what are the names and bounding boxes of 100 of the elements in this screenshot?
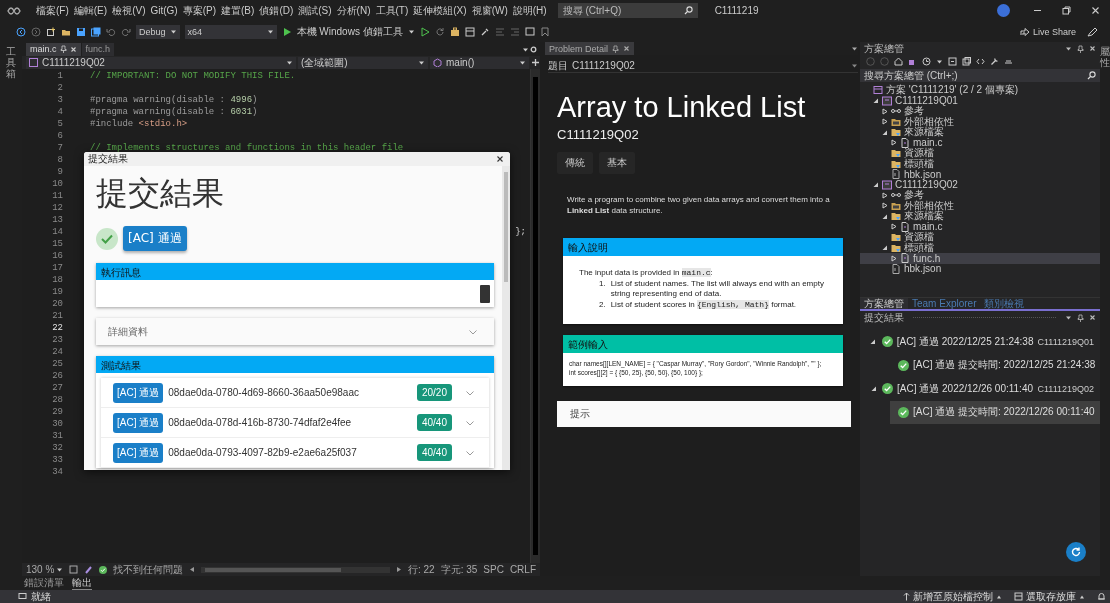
pin-icon[interactable] bbox=[1077, 44, 1084, 53]
expander-icon[interactable] bbox=[880, 107, 888, 115]
expander-icon[interactable] bbox=[889, 223, 897, 231]
menu-item[interactable]: 視窗(W) bbox=[471, 3, 508, 18]
panel-tab[interactable]: 方案總管 bbox=[860, 297, 908, 310]
expander-icon[interactable] bbox=[869, 385, 877, 393]
save-icon[interactable] bbox=[76, 26, 86, 37]
chevron-icon[interactable] bbox=[465, 418, 475, 427]
collapse-all-icon[interactable] bbox=[948, 57, 957, 66]
menu-item[interactable]: 檢視(V) bbox=[112, 3, 146, 18]
notification-bell-icon[interactable] bbox=[1097, 592, 1106, 601]
refresh-icon[interactable] bbox=[434, 26, 445, 37]
undo-icon[interactable] bbox=[106, 26, 116, 37]
close-icon[interactable] bbox=[623, 45, 631, 52]
switch-views-icon[interactable] bbox=[908, 57, 917, 66]
brush-icon[interactable] bbox=[84, 565, 94, 574]
tree-item[interactable]: 標頭檔 bbox=[860, 242, 1100, 253]
expander-icon[interactable] bbox=[880, 212, 888, 220]
platform-dropdown[interactable]: x64 bbox=[184, 24, 277, 39]
menu-item[interactable]: Git(G) bbox=[150, 5, 178, 16]
tree-item[interactable]: 外部相依性 bbox=[860, 116, 1100, 127]
menu-item[interactable]: 延伸模組(X) bbox=[413, 3, 467, 18]
close-icon[interactable] bbox=[1089, 314, 1096, 321]
pin-icon[interactable] bbox=[612, 44, 620, 53]
menu-item[interactable]: 測試(S) bbox=[298, 3, 332, 18]
expander-icon[interactable] bbox=[880, 202, 888, 210]
chevron-icon[interactable] bbox=[468, 327, 478, 336]
pin-icon[interactable] bbox=[59, 45, 67, 53]
result-item[interactable]: [AC] 通過 2022/12/26 00:11:40 C1111219Q02 bbox=[868, 377, 1100, 401]
expander-icon[interactable] bbox=[880, 191, 888, 199]
run-target-button[interactable]: 本機 Windows 偵錯工具 bbox=[296, 24, 403, 39]
preview-icon[interactable] bbox=[1004, 57, 1013, 66]
tree-item[interactable]: main.c bbox=[860, 221, 1100, 232]
scrollbar[interactable] bbox=[502, 166, 510, 470]
menu-item[interactable]: 編輯(E) bbox=[73, 3, 108, 18]
scope-dropdown[interactable]: (全域範圍) bbox=[298, 56, 428, 69]
scroll-right-icon[interactable] bbox=[395, 566, 402, 573]
tree-item[interactable]: C1111219Q01 bbox=[860, 95, 1100, 106]
menu-item[interactable]: 檔案(F) bbox=[36, 3, 69, 18]
expander-icon[interactable] bbox=[871, 97, 879, 105]
hint-expander[interactable]: 提示 bbox=[557, 401, 851, 427]
scrollbar[interactable] bbox=[530, 69, 540, 563]
redo-icon[interactable] bbox=[121, 26, 131, 37]
result-item[interactable]: [AC] 通過 提交時間: 2022/12/25 21:24:38 bbox=[890, 353, 1100, 377]
view-button[interactable]: 傳統 bbox=[557, 152, 593, 174]
tree-item[interactable]: func.h bbox=[860, 253, 1100, 264]
code-icon[interactable] bbox=[976, 57, 985, 66]
tree-item[interactable]: hbk.json bbox=[860, 263, 1100, 274]
line-ending-indicator[interactable]: CRLF bbox=[509, 564, 536, 575]
tree-item[interactable]: 方案 'C1111219' (2 / 2 個專案) bbox=[860, 85, 1100, 96]
details-expander[interactable]: 詳細資料 bbox=[96, 318, 494, 345]
source-control-button[interactable]: 新增至原始檔控制 bbox=[903, 590, 1002, 603]
expander-icon[interactable] bbox=[880, 128, 888, 136]
tree-item[interactable]: 外部相依性 bbox=[860, 200, 1100, 211]
menu-item[interactable]: 專案(P) bbox=[182, 3, 217, 18]
split-icon[interactable] bbox=[531, 58, 540, 67]
window-layout-icon[interactable] bbox=[464, 26, 475, 37]
restore-icon[interactable] bbox=[1062, 6, 1071, 15]
panel-tab[interactable]: Team Explorer bbox=[908, 297, 981, 310]
new-item-icon[interactable] bbox=[46, 26, 56, 37]
expander-icon[interactable] bbox=[869, 338, 877, 346]
verdict-button[interactable]: [AC] 通過 bbox=[123, 226, 187, 251]
menu-item[interactable]: 工具(T) bbox=[375, 3, 409, 18]
wrench-icon[interactable] bbox=[990, 57, 999, 66]
configuration-dropdown[interactable]: Debug bbox=[136, 24, 180, 39]
bookmark-icon[interactable] bbox=[539, 26, 550, 37]
tree-item[interactable]: C1111219Q02 bbox=[860, 179, 1100, 190]
close-icon[interactable] bbox=[496, 155, 504, 163]
side-tab[interactable]: 工具箱 bbox=[6, 46, 16, 576]
pin-icon[interactable] bbox=[1077, 313, 1084, 322]
tree-item[interactable]: 參考 bbox=[860, 190, 1100, 201]
refresh-button[interactable] bbox=[1066, 542, 1086, 562]
repository-button[interactable]: 選取存放庫 bbox=[1014, 590, 1085, 603]
history-icon[interactable] bbox=[922, 57, 931, 66]
tree-item[interactable]: main.c bbox=[860, 137, 1100, 148]
menu-item[interactable]: 建置(B) bbox=[221, 3, 255, 18]
save-all-icon[interactable] bbox=[91, 26, 101, 37]
search-field[interactable]: 搜尋方案總管 (Ctrl+;) bbox=[860, 69, 1100, 82]
editor-tab[interactable]: func.h bbox=[81, 42, 115, 56]
tree-item[interactable]: 來源檔案 bbox=[860, 211, 1100, 222]
expander-icon[interactable] bbox=[880, 118, 888, 126]
whitespace-indicator[interactable]: SPC bbox=[483, 564, 504, 575]
search-field[interactable]: 搜尋 (Ctrl+Q) bbox=[557, 3, 698, 18]
expander-icon[interactable] bbox=[889, 254, 897, 262]
start-without-debugging-icon[interactable] bbox=[419, 26, 430, 37]
panel-tab[interactable]: 類別檢視 bbox=[980, 297, 1029, 310]
editor-tab[interactable]: main.c bbox=[26, 42, 81, 56]
show-all-files-icon[interactable] bbox=[962, 57, 971, 66]
result-item[interactable]: [AC] 通過 提交時間: 2022/12/26 00:11:40 bbox=[890, 400, 1100, 424]
tree-item[interactable]: 來源檔案 bbox=[860, 127, 1100, 138]
chevron-icon[interactable] bbox=[465, 388, 475, 397]
panel-tab[interactable]: Problem Detail bbox=[545, 42, 635, 55]
home-icon[interactable] bbox=[894, 57, 903, 66]
menu-item[interactable]: 分析(N) bbox=[336, 3, 371, 18]
spinner-control[interactable] bbox=[480, 284, 490, 303]
zoom-dropdown[interactable]: 130 % bbox=[26, 564, 64, 575]
bottom-tab[interactable]: 錯誤清單 bbox=[24, 576, 64, 590]
menu-item[interactable]: 偵錯(D) bbox=[259, 3, 294, 18]
tree-item[interactable]: 資源檔 bbox=[860, 148, 1100, 159]
view-button[interactable]: 基本 bbox=[599, 152, 635, 174]
